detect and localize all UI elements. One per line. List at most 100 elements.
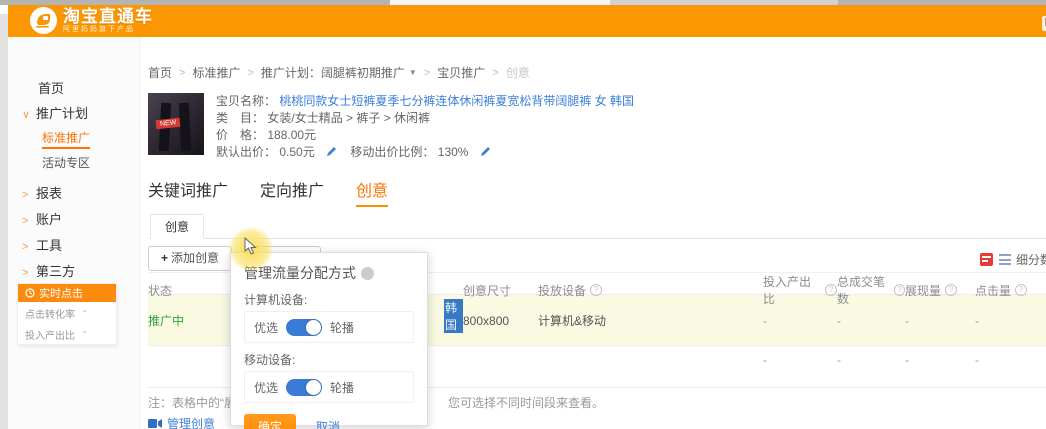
breadcrumb-creative: 创意: [505, 66, 530, 80]
traffic-allocation-popup: 管理流量分配方式 计算机设备: 优选 轮播 移动设备: 优选 轮播 确定 取消: [230, 252, 428, 429]
sidebar-item-home[interactable]: 首页: [8, 78, 140, 97]
product-category-row: 类 目： 女装/女士精品 > 裤子 > 休闲裤: [216, 110, 634, 126]
tab-keywords[interactable]: 关键词推广: [148, 177, 228, 207]
col-deals: 总成交笔数: [837, 273, 905, 307]
chevron-right-icon: >: [22, 267, 29, 279]
manage-creative-icon: [148, 419, 162, 428]
col-roi: 投入产出比: [763, 273, 837, 307]
summary-roi: -: [763, 353, 767, 367]
popup-title: 管理流量分配方式: [244, 265, 356, 281]
sidebar-item-account[interactable]: > 账户: [8, 209, 140, 228]
status-badge: 推广中: [148, 314, 185, 328]
creative-title-fragment: 韩国: [444, 299, 463, 333]
info-icon[interactable]: [825, 284, 837, 296]
edit-mobile-ratio-icon[interactable]: [480, 145, 491, 161]
breadcrumb-item-promo[interactable]: 宝贝推广: [437, 64, 485, 81]
tab-targeting[interactable]: 定向推广: [260, 177, 324, 207]
red-promo-icon[interactable]: [979, 253, 993, 266]
realtime-widget-header[interactable]: 实时点击: [18, 284, 116, 302]
app-subtitle: 阿里妈妈旗下产品: [63, 25, 135, 33]
sidebar-item-reports[interactable]: > 报表: [8, 183, 140, 202]
breadcrumb-campaign[interactable]: 推广计划：阔腿裤初期推广: [261, 64, 405, 81]
col-impressions: 展现量: [905, 282, 975, 299]
confirm-button[interactable]: 确定: [244, 414, 296, 429]
sidebar-item-campaigns[interactable]: ∨ 推广计划: [8, 103, 140, 122]
summary-deals: -: [837, 353, 841, 367]
breadcrumb-separator-icon: >: [179, 66, 186, 79]
info-icon[interactable]: [894, 284, 905, 296]
tab-creative[interactable]: 创意: [356, 177, 389, 207]
impressions-value: -: [905, 313, 909, 328]
clicks-value: -: [975, 313, 979, 328]
promo-tabs: 关键词推广 定向推广 创意: [148, 177, 1046, 207]
sidebar-item-activity-zone[interactable]: 活动专区: [8, 154, 140, 171]
app-logo[interactable]: 淘宝直通车 阿里妈妈旗下产品: [30, 7, 153, 34]
deals-value: -: [837, 313, 841, 328]
summary-clicks: -: [975, 353, 979, 367]
top-header-bar: 淘宝直通车 阿里妈妈旗下产品 巴: [8, 5, 1046, 37]
option-priority-label: 优选: [254, 380, 279, 395]
info-icon[interactable]: [945, 284, 958, 296]
user-menu-fragment[interactable]: 巴: [1042, 16, 1046, 31]
product-price-row: 价 格： 188.00元: [216, 127, 634, 143]
app-screen: 淘宝直通车 阿里妈妈旗下产品 巴 首页 ∨推广计划 标准推广 活动专区 >报表 …: [0, 0, 1046, 429]
sidebar-item-standard-promo[interactable]: 标准推广: [8, 129, 140, 149]
category-value: 女装/女士精品 > 裤子 > 休闲裤: [267, 111, 431, 125]
sidebar-item-thirdparty[interactable]: > 第三方: [8, 261, 140, 280]
mobile-ratio-value: 130%: [437, 145, 469, 159]
breadcrumb-separator-icon: >: [423, 66, 431, 79]
chevron-right-icon: >: [22, 241, 29, 253]
roi-value: -: [763, 313, 767, 328]
chevron-right-icon: >: [22, 189, 29, 201]
breadcrumb-separator-icon: >: [492, 66, 499, 79]
option-carousel-label: 轮播: [330, 380, 355, 395]
columns-icon[interactable]: [998, 254, 1011, 265]
bid-label: 默认出价：: [216, 145, 277, 159]
clock-icon: [25, 288, 35, 298]
category-label: 类 目：: [216, 111, 265, 125]
app-title: 淘宝直通车: [63, 6, 153, 26]
popup-title-row: 管理流量分配方式: [244, 263, 414, 283]
new-badge: NEW: [155, 117, 181, 130]
info-icon[interactable]: [1015, 284, 1028, 296]
edit-bid-icon[interactable]: [326, 145, 337, 161]
mobile-priority-toggle[interactable]: [286, 378, 323, 396]
cancel-button[interactable]: 取消: [316, 418, 340, 429]
subtab-creative[interactable]: 创意: [150, 214, 205, 239]
dropdown-caret-icon[interactable]: ▼: [409, 68, 417, 77]
col-size: 创意尺寸: [463, 283, 512, 298]
device-value: 计算机&移动: [538, 314, 607, 328]
sidebar-item-tools[interactable]: > 工具: [8, 235, 140, 254]
realtime-row-ctr: 点击转化率 -: [25, 306, 87, 321]
mobile-toggle-box: 优选 轮播: [244, 371, 414, 403]
product-image[interactable]: NEW: [148, 93, 204, 155]
option-carousel-label: 轮播: [330, 320, 355, 335]
left-scrollbar[interactable]: [0, 5, 8, 429]
product-name-link[interactable]: 桃桃同款女士短裤夏季七分裤连体休闲裤夏宽松背带阔腿裤 女 韩国: [279, 94, 634, 108]
segment-data-label[interactable]: 细分数据: [1016, 251, 1046, 268]
mobile-ratio-label: 移动出价比例：: [350, 145, 435, 159]
realtime-row-roi: 投入产出比 -: [25, 327, 87, 342]
creative-size-value: 800x800: [463, 313, 510, 328]
note-suffix: 您可选择不同时间段来查看。: [448, 396, 605, 410]
price-value: 188.00元: [267, 128, 317, 142]
col-clicks: 点击量: [975, 282, 1046, 299]
computer-priority-toggle[interactable]: [286, 318, 323, 336]
breadcrumb-home[interactable]: 首页: [148, 64, 172, 81]
scrollbar-thumb[interactable]: [0, 5, 8, 14]
product-name-label: 宝贝名称：: [216, 94, 277, 108]
segment-controls: 细分数据: [979, 251, 1046, 268]
chevron-down-icon: ∨: [22, 109, 31, 121]
summary-impressions: -: [905, 353, 909, 367]
help-icon[interactable]: [361, 266, 374, 280]
chevron-right-icon: >: [22, 215, 29, 227]
sidebar-nav: 首页 ∨推广计划 标准推广 活动专区 >报表 >账户 >工具 >第三方: [8, 37, 140, 429]
bid-value: 0.50元: [279, 145, 315, 159]
info-icon[interactable]: [590, 284, 603, 296]
breadcrumb: 首页 > 标准推广 > 推广计划：阔腿裤初期推广 ▼ > 宝贝推广 > 创意: [148, 64, 1046, 81]
breadcrumb-separator-icon: >: [247, 66, 254, 79]
add-creative-button[interactable]: + 添加创意: [148, 246, 233, 271]
train-icon: [30, 7, 57, 34]
realtime-click-widget: 实时点击 点击转化率 - 投入产出比 -: [17, 283, 117, 345]
breadcrumb-standard-promo[interactable]: 标准推广: [192, 64, 240, 81]
